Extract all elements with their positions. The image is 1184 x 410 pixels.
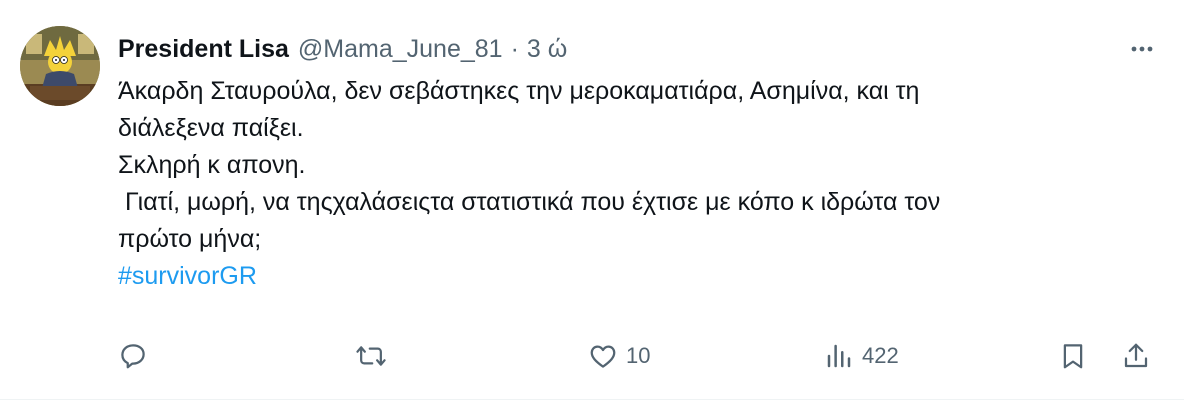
tweet-actions: 10 422 bbox=[0, 336, 1184, 376]
tweet[interactable]: President Lisa @Mama_June_81 · 3 ώ Άκαρδ… bbox=[0, 0, 1184, 400]
reply-icon bbox=[121, 344, 145, 369]
tweet-text-line: Άκαρδη Σταυρούλα, δεν σεβάστηκες την μερ… bbox=[118, 77, 920, 105]
more-icon bbox=[1131, 46, 1153, 52]
tweet-text-line: Γιατί, μωρή, να τηςχαλάσειςτα στατιστικά… bbox=[118, 188, 941, 216]
tweet-text: Άκαρδη Σταυρούλα, δεν σεβάστηκες την μερ… bbox=[118, 73, 1158, 295]
more-options-button[interactable] bbox=[1124, 33, 1160, 65]
tweet-timestamp[interactable]: 3 ώ bbox=[527, 34, 567, 64]
tweet-divider bbox=[0, 399, 1184, 400]
like-icon bbox=[590, 345, 616, 368]
hashtag-link[interactable]: #survivorGR bbox=[118, 258, 1158, 295]
retweet-button[interactable] bbox=[355, 336, 387, 376]
avatar[interactable] bbox=[20, 26, 100, 106]
share-icon bbox=[1124, 343, 1148, 368]
display-name[interactable]: President Lisa bbox=[118, 34, 289, 64]
views-icon bbox=[827, 344, 851, 368]
user-handle[interactable]: @Mama_June_81 bbox=[298, 34, 503, 64]
tweet-header: President Lisa @Mama_June_81 · 3 ώ bbox=[118, 33, 567, 65]
reply-button[interactable] bbox=[118, 336, 148, 376]
bookmark-icon bbox=[1063, 344, 1083, 369]
tweet-text-line: πρώτο μήνα; bbox=[118, 225, 262, 253]
avatar-image bbox=[20, 26, 100, 106]
header-separator: · bbox=[510, 35, 519, 63]
tweet-text-line: Σκληρή κ απονη. bbox=[118, 151, 306, 179]
bookmark-button[interactable] bbox=[1058, 336, 1088, 376]
like-count: 10 bbox=[626, 343, 651, 368]
retweet-icon bbox=[356, 346, 386, 366]
tweet-text-line: διάλεξενα παίξει. bbox=[118, 114, 304, 142]
share-button[interactable] bbox=[1121, 336, 1151, 376]
views-count: 422 bbox=[862, 343, 899, 368]
like-button[interactable]: 10 bbox=[588, 336, 650, 376]
views-button[interactable]: 422 bbox=[824, 336, 899, 376]
